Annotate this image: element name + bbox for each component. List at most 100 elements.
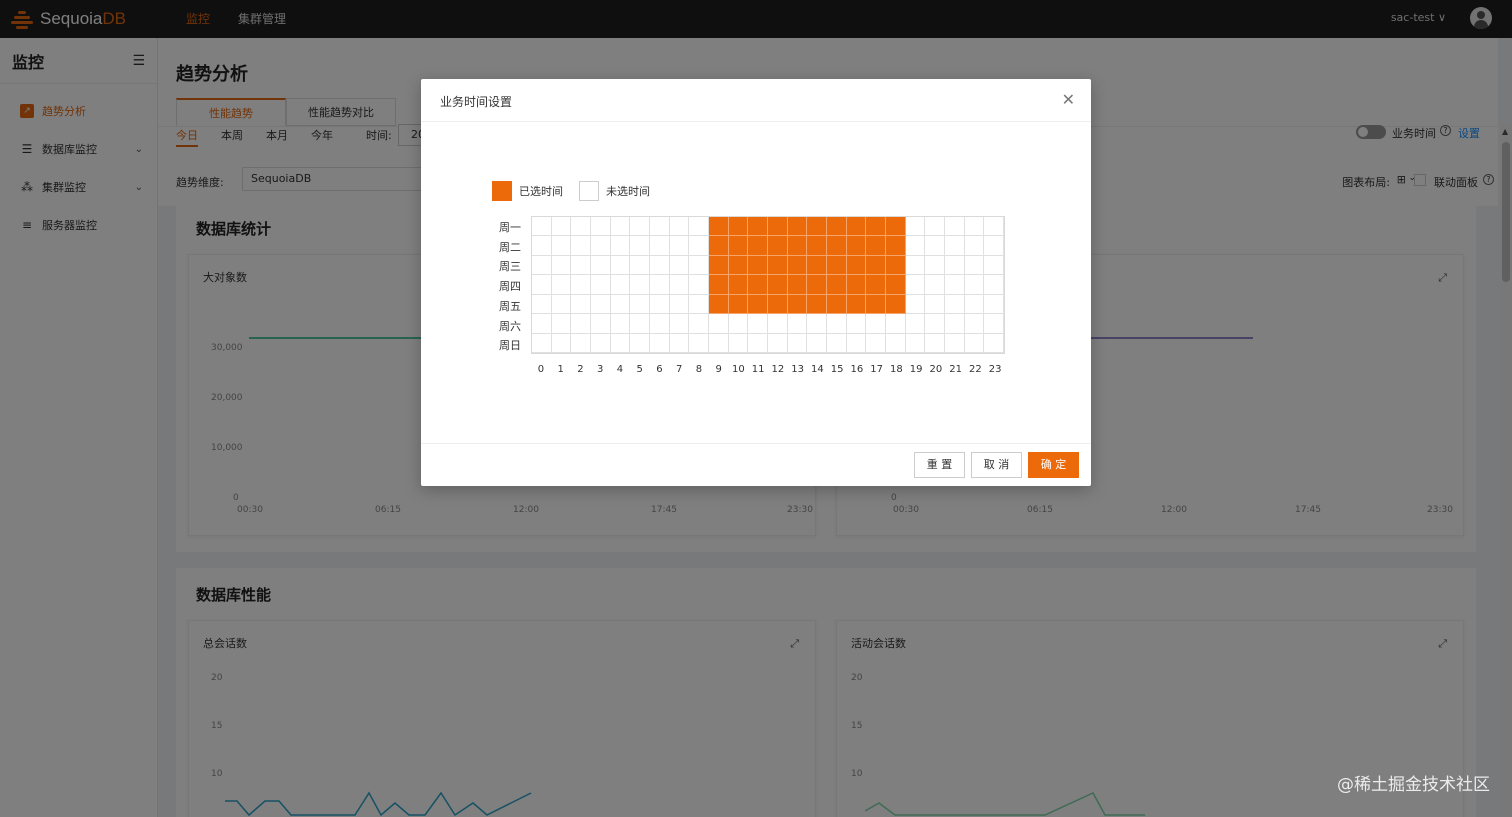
time-cell[interactable]: [590, 333, 611, 353]
time-cell[interactable]: [649, 275, 670, 295]
time-cell[interactable]: [846, 236, 867, 256]
time-cell[interactable]: [748, 275, 768, 295]
time-cell[interactable]: [984, 314, 1004, 334]
time-cell[interactable]: [807, 217, 827, 237]
time-cell[interactable]: [610, 333, 631, 353]
time-cell[interactable]: [532, 236, 552, 256]
time-cell[interactable]: [610, 236, 631, 256]
time-cell[interactable]: [551, 294, 572, 315]
time-cell[interactable]: [925, 275, 945, 295]
time-cell[interactable]: [885, 255, 906, 276]
time-cell[interactable]: [748, 255, 768, 276]
time-cell[interactable]: [610, 294, 631, 315]
time-cell[interactable]: [590, 275, 611, 295]
time-cell[interactable]: [866, 255, 886, 276]
time-cell[interactable]: [807, 275, 827, 295]
time-cell[interactable]: [532, 294, 552, 315]
time-cell[interactable]: [944, 333, 965, 353]
time-cell[interactable]: [826, 333, 847, 353]
time-cell[interactable]: [728, 333, 749, 353]
time-cell[interactable]: [846, 294, 867, 315]
time-cell[interactable]: [532, 255, 552, 276]
time-cell[interactable]: [669, 255, 690, 276]
time-cell[interactable]: [787, 275, 808, 295]
time-cell[interactable]: [925, 294, 945, 315]
cancel-button[interactable]: 取 消: [971, 452, 1022, 478]
time-cell[interactable]: [610, 275, 631, 295]
time-cell[interactable]: [649, 217, 670, 237]
time-cell[interactable]: [689, 255, 709, 276]
time-cell[interactable]: [728, 275, 749, 295]
time-cell[interactable]: [866, 217, 886, 237]
time-cell[interactable]: [689, 333, 709, 353]
time-cell[interactable]: [728, 294, 749, 315]
time-cell[interactable]: [984, 294, 1004, 315]
time-cell[interactable]: [964, 217, 985, 237]
time-cell[interactable]: [767, 294, 788, 315]
time-cell[interactable]: [551, 255, 572, 276]
time-cell[interactable]: [532, 314, 552, 334]
time-cell[interactable]: [571, 275, 591, 295]
time-cell[interactable]: [944, 217, 965, 237]
time-cell[interactable]: [984, 217, 1004, 237]
time-cell[interactable]: [826, 275, 847, 295]
time-cell[interactable]: [826, 217, 847, 237]
time-cell[interactable]: [630, 275, 650, 295]
time-cell[interactable]: [669, 294, 690, 315]
time-cell[interactable]: [630, 314, 650, 334]
time-cell[interactable]: [571, 217, 591, 237]
time-cell[interactable]: [925, 217, 945, 237]
time-cell[interactable]: [551, 217, 572, 237]
time-cell[interactable]: [728, 255, 749, 276]
time-cell[interactable]: [630, 294, 650, 315]
time-cell[interactable]: [866, 294, 886, 315]
time-cell[interactable]: [590, 294, 611, 315]
time-cell[interactable]: [708, 236, 729, 256]
time-cell[interactable]: [551, 314, 572, 334]
time-cell[interactable]: [905, 217, 926, 237]
time-cell[interactable]: [708, 314, 729, 334]
time-cell[interactable]: [532, 217, 552, 237]
time-cell[interactable]: [866, 236, 886, 256]
time-cell[interactable]: [630, 236, 650, 256]
time-cell[interactable]: [925, 314, 945, 334]
time-cell[interactable]: [846, 255, 867, 276]
time-cell[interactable]: [807, 294, 827, 315]
time-cell[interactable]: [826, 236, 847, 256]
time-cell[interactable]: [748, 236, 768, 256]
time-cell[interactable]: [925, 333, 945, 353]
time-cell[interactable]: [885, 294, 906, 315]
time-cell[interactable]: [669, 236, 690, 256]
time-cell[interactable]: [964, 314, 985, 334]
close-icon[interactable]: ✕: [1062, 90, 1075, 109]
time-cell[interactable]: [748, 217, 768, 237]
time-cell[interactable]: [846, 314, 867, 334]
time-cell[interactable]: [689, 294, 709, 315]
time-cell[interactable]: [846, 333, 867, 353]
confirm-button[interactable]: 确 定: [1028, 452, 1079, 478]
time-cell[interactable]: [944, 236, 965, 256]
time-cell[interactable]: [649, 333, 670, 353]
time-cell[interactable]: [925, 236, 945, 256]
time-cell[interactable]: [669, 314, 690, 334]
time-cell[interactable]: [944, 255, 965, 276]
time-cell[interactable]: [669, 217, 690, 237]
time-cell[interactable]: [532, 275, 552, 295]
time-cell[interactable]: [669, 333, 690, 353]
time-cell[interactable]: [807, 314, 827, 334]
time-cell[interactable]: [905, 294, 926, 315]
time-cell[interactable]: [984, 333, 1004, 353]
time-cell[interactable]: [610, 314, 631, 334]
time-cell[interactable]: [984, 255, 1004, 276]
time-cell[interactable]: [787, 255, 808, 276]
time-cell[interactable]: [964, 236, 985, 256]
time-cell[interactable]: [866, 333, 886, 353]
time-cell[interactable]: [866, 275, 886, 295]
time-cell[interactable]: [708, 275, 729, 295]
time-cell[interactable]: [708, 255, 729, 276]
time-cell[interactable]: [767, 255, 788, 276]
time-cell[interactable]: [826, 294, 847, 315]
time-cell[interactable]: [649, 294, 670, 315]
time-cell[interactable]: [964, 294, 985, 315]
time-cell[interactable]: [885, 314, 906, 334]
